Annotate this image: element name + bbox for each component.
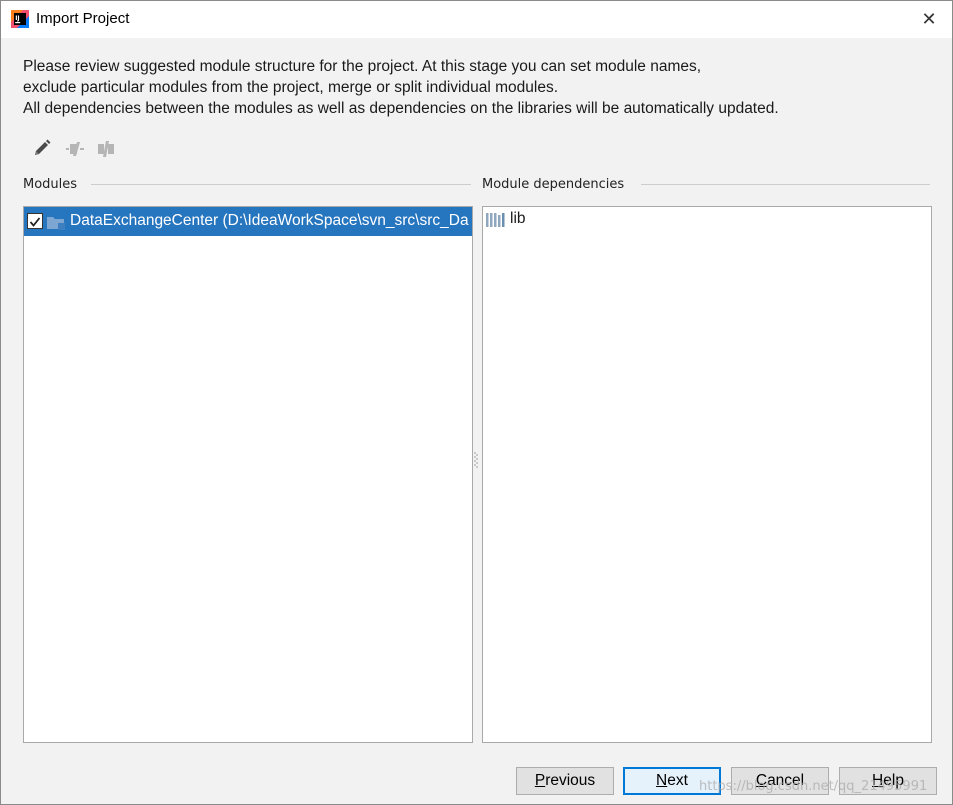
edit-icon[interactable] xyxy=(31,137,53,161)
next-mnemonic: N xyxy=(656,772,668,789)
module-dependencies-label: Module dependencies xyxy=(482,177,625,192)
dependencies-separator xyxy=(641,184,930,185)
close-icon[interactable]: ✕ xyxy=(906,1,952,38)
description-line-1: Please review suggested module structure… xyxy=(23,58,702,75)
splitter-handle[interactable] xyxy=(474,451,478,469)
intellij-app-icon: IJ xyxy=(11,10,29,28)
modules-label: Modules xyxy=(23,177,78,192)
merge-modules-icon[interactable] xyxy=(64,137,86,161)
window-title: Import Project xyxy=(36,10,130,27)
split-module-icon[interactable] xyxy=(96,137,118,161)
library-icon xyxy=(486,212,506,227)
description-line-3: All dependencies between the modules as … xyxy=(23,100,779,117)
description-line-2: exclude particular modules from the proj… xyxy=(23,79,558,96)
module-name: DataExchangeCenter (D:\IdeaWorkSpace\svn… xyxy=(70,212,469,229)
previous-mnemonic: P xyxy=(534,772,546,789)
dependency-row[interactable]: lib xyxy=(483,207,931,231)
modules-separator xyxy=(91,184,471,185)
previous-button[interactable]: Previous xyxy=(516,767,614,795)
import-project-dialog: IJ Import Project ✕ Please review sugges… xyxy=(0,0,953,805)
watermark-text: https://blog.csdn.net/qq_21495991 xyxy=(699,779,928,794)
previous-label-rest: revious xyxy=(545,772,596,789)
title-bar: IJ Import Project ✕ xyxy=(1,1,952,38)
description-text: Please review suggested module structure… xyxy=(23,56,779,119)
module-checkbox[interactable] xyxy=(27,213,43,229)
svg-text:IJ: IJ xyxy=(15,15,19,22)
module-folder-icon xyxy=(47,215,65,230)
next-label-rest: ext xyxy=(667,772,688,789)
dependency-name: lib xyxy=(510,210,526,227)
dependencies-list[interactable]: lib xyxy=(482,206,932,743)
modules-list[interactable]: DataExchangeCenter (D:\IdeaWorkSpace\svn… xyxy=(23,206,473,743)
module-row[interactable]: DataExchangeCenter (D:\IdeaWorkSpace\svn… xyxy=(24,207,472,236)
